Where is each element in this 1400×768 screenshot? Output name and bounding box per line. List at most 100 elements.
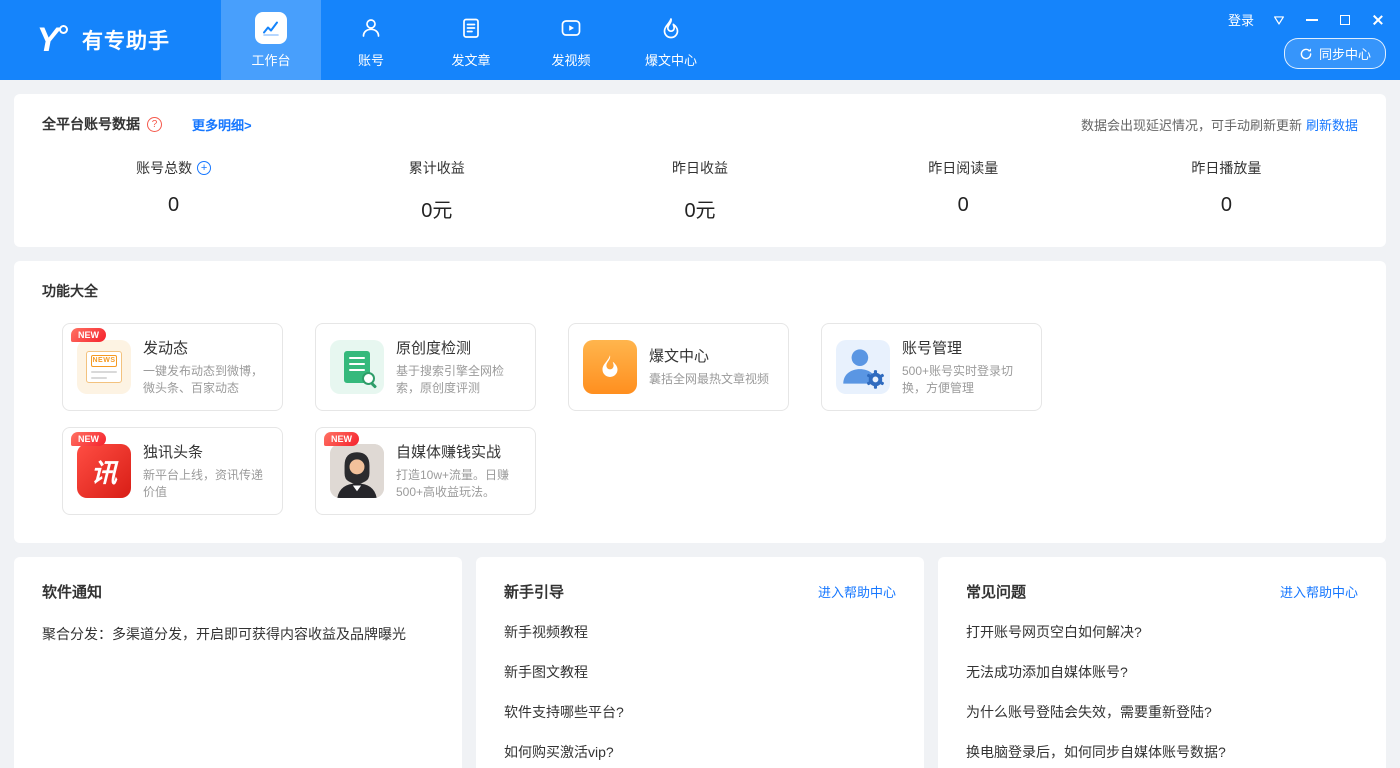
workbench-icon-wrap bbox=[255, 11, 287, 45]
nav-item-publish-article[interactable]: 发文章 bbox=[421, 0, 521, 80]
feature-card-account-manage[interactable]: 账号管理 500+账号实时登录切换，方便管理 bbox=[821, 323, 1042, 411]
feature-card-duxun-toutiao[interactable]: NEW 讯 独讯头条 新平台上线，资讯传递价值 bbox=[62, 427, 283, 515]
refresh-note: 数据会出现延迟情况，可手动刷新更新 bbox=[1081, 115, 1302, 134]
faq-help-center-link[interactable]: 进入帮助中心 bbox=[1280, 582, 1358, 601]
feature-text: 账号管理 500+账号实时登录切换，方便管理 bbox=[902, 337, 1027, 398]
feature-desc: 囊括全网最热文章视频 bbox=[649, 371, 774, 388]
news-line bbox=[91, 377, 107, 379]
notice-title: 软件通知 bbox=[42, 581, 102, 602]
help-icon[interactable] bbox=[147, 117, 162, 132]
guide-help-center-link[interactable]: 进入帮助中心 bbox=[818, 582, 896, 601]
guide-item[interactable]: 新手图文教程 bbox=[504, 652, 896, 692]
feature-text: 爆文中心 囊括全网最热文章视频 bbox=[649, 345, 774, 388]
stat-label-text: 昨日收益 bbox=[672, 158, 728, 178]
maximize-icon bbox=[1340, 15, 1350, 25]
theme-skin-icon[interactable] bbox=[1271, 12, 1287, 28]
more-detail-link[interactable]: 更多明细> bbox=[192, 115, 252, 134]
features-card: 功能大全 NEW NEWS 发动态 一键发布动态到微博，微头条、百家动态 bbox=[14, 261, 1386, 543]
stat-item-yesterday-income: 昨日收益 0元 bbox=[568, 158, 831, 223]
guide-head: 新手引导 进入帮助中心 bbox=[504, 581, 896, 602]
nav-label-publish-video: 发视频 bbox=[551, 50, 590, 69]
guide-item[interactable]: 新手视频教程 bbox=[504, 612, 896, 652]
feature-text: 独讯头条 新平台上线，资讯传递价值 bbox=[143, 441, 268, 502]
stats-title: 全平台账号数据 bbox=[42, 114, 140, 134]
guide-title: 新手引导 bbox=[504, 581, 564, 602]
originality-check-icon bbox=[330, 340, 384, 394]
refresh-data-link[interactable]: 刷新数据 bbox=[1306, 115, 1358, 134]
maximize-button[interactable] bbox=[1337, 12, 1353, 28]
feature-card-hot-article-center[interactable]: 爆文中心 囊括全网最热文章视频 bbox=[568, 323, 789, 411]
login-button[interactable]: 登录 bbox=[1228, 10, 1254, 29]
stat-value: 0元 bbox=[305, 194, 568, 223]
feature-card-media-money-course[interactable]: NEW 自媒体赚钱实战 打造10w+流量。日赚500+高收益玩法。 bbox=[315, 427, 536, 515]
add-account-icon[interactable] bbox=[197, 161, 211, 175]
sync-center-button[interactable]: 同步中心 bbox=[1284, 38, 1386, 69]
app-name: 有专助手 bbox=[82, 25, 170, 55]
new-badge: NEW bbox=[71, 328, 106, 342]
faq-card: 常见问题 进入帮助中心 打开账号网页空白如何解决? 无法成功添加自媒体账号? 为… bbox=[938, 557, 1386, 768]
notice-card: 软件通知 聚合分发：多渠道分发，开启即可获得内容收益及品牌曝光 bbox=[14, 557, 462, 768]
hot-center-flame-icon bbox=[583, 340, 637, 394]
faq-head: 常见问题 进入帮助中心 bbox=[966, 581, 1358, 602]
features-title: 功能大全 bbox=[42, 281, 1358, 301]
new-badge: NEW bbox=[324, 432, 359, 446]
guide-item[interactable]: 软件支持哪些平台? bbox=[504, 692, 896, 732]
feature-card-originality-check[interactable]: 原创度检测 基于搜索引擎全网检索，原创度评测 bbox=[315, 323, 536, 411]
nav-item-account[interactable]: 账号 bbox=[321, 0, 421, 80]
nav-item-publish-video[interactable]: 发视频 bbox=[521, 0, 621, 80]
stat-item-total-accounts: 账号总数 0 bbox=[42, 158, 305, 223]
stats-head: 全平台账号数据 更多明细> 数据会出现延迟情况，可手动刷新更新 刷新数据 bbox=[42, 114, 1358, 134]
feature-card-post-dynamic[interactable]: NEW NEWS 发动态 一键发布动态到微博，微头条、百家动态 bbox=[62, 323, 283, 411]
stat-value: 0元 bbox=[568, 194, 831, 223]
feature-title: 原创度检测 bbox=[396, 337, 521, 358]
feature-text: 自媒体赚钱实战 打造10w+流量。日赚500+高收益玩法。 bbox=[396, 441, 521, 502]
flame-icon bbox=[659, 11, 683, 45]
stats-row: 账号总数 0 累计收益 0元 昨日收益 0元 昨日阅读量 0 bbox=[42, 158, 1358, 223]
stat-item-total-income: 累计收益 0元 bbox=[305, 158, 568, 223]
nav-item-workbench[interactable]: 工作台 bbox=[221, 0, 321, 80]
media-course-photo-icon bbox=[330, 444, 384, 498]
features-grid: NEW NEWS 发动态 一键发布动态到微博，微头条、百家动态 bbox=[62, 323, 1358, 515]
faq-list: 打开账号网页空白如何解决? 无法成功添加自媒体账号? 为什么账号登陆会失效，需要… bbox=[966, 612, 1358, 768]
minimize-button[interactable] bbox=[1304, 12, 1320, 28]
stat-label: 账号总数 bbox=[42, 158, 305, 178]
stat-label-text: 账号总数 bbox=[136, 158, 192, 178]
news-line bbox=[91, 371, 117, 373]
feature-desc: 基于搜索引擎全网检索，原创度评测 bbox=[396, 363, 521, 398]
stat-label-text: 昨日播放量 bbox=[1191, 158, 1261, 178]
news-banner-text: NEWS bbox=[91, 355, 117, 367]
news-icon: NEWS bbox=[77, 340, 131, 394]
stat-label-text: 昨日阅读量 bbox=[928, 158, 998, 178]
account-icon bbox=[359, 11, 383, 45]
logo-icon: Y bbox=[26, 18, 70, 62]
feature-desc: 新平台上线，资讯传递价值 bbox=[143, 467, 268, 502]
guide-list: 新手视频教程 新手图文教程 软件支持哪些平台? 如何购买激活vip? 团队会员包… bbox=[504, 612, 896, 768]
nav-label-workbench: 工作台 bbox=[251, 50, 290, 69]
faq-item[interactable]: 打开账号网页空白如何解决? bbox=[966, 612, 1358, 652]
header-right: 登录 同步中心 bbox=[1228, 10, 1386, 69]
notice-content: 聚合分发：多渠道分发，开启即可获得内容收益及品牌曝光 bbox=[42, 624, 434, 644]
feature-desc: 一键发布动态到微博，微头条、百家动态 bbox=[143, 363, 268, 398]
duxun-glyph: 讯 bbox=[91, 453, 117, 490]
article-icon bbox=[459, 11, 483, 45]
faq-item[interactable]: 无法成功添加自媒体账号? bbox=[966, 652, 1358, 692]
stat-label-text: 累计收益 bbox=[409, 158, 465, 178]
video-icon bbox=[559, 11, 583, 45]
nav-item-hot-article-center[interactable]: 爆文中心 bbox=[621, 0, 721, 80]
app-window: Y 有专助手 工作台 账号 bbox=[0, 0, 1400, 768]
guide-item[interactable]: 如何购买激活vip? bbox=[504, 732, 896, 768]
feature-title: 发动态 bbox=[143, 337, 268, 358]
sync-center-label: 同步中心 bbox=[1319, 44, 1371, 63]
nav-label-hot-article-center: 爆文中心 bbox=[645, 50, 697, 69]
new-badge: NEW bbox=[71, 432, 106, 446]
account-manage-icon bbox=[836, 340, 890, 394]
bottom-row: 软件通知 聚合分发：多渠道分发，开启即可获得内容收益及品牌曝光 新手引导 进入帮… bbox=[14, 557, 1386, 768]
newspaper-shape: NEWS bbox=[86, 351, 122, 383]
close-button[interactable] bbox=[1370, 12, 1386, 28]
feature-desc: 500+账号实时登录切换，方便管理 bbox=[902, 363, 1027, 398]
feature-text: 原创度检测 基于搜索引擎全网检索，原创度评测 bbox=[396, 337, 521, 398]
stat-item-yesterday-plays: 昨日播放量 0 bbox=[1095, 158, 1358, 223]
faq-item[interactable]: 为什么账号登陆会失效，需要重新登陆? bbox=[966, 692, 1358, 732]
faq-title: 常见问题 bbox=[966, 581, 1026, 602]
faq-item[interactable]: 换电脑登录后，如何同步自媒体账号数据? bbox=[966, 732, 1358, 768]
